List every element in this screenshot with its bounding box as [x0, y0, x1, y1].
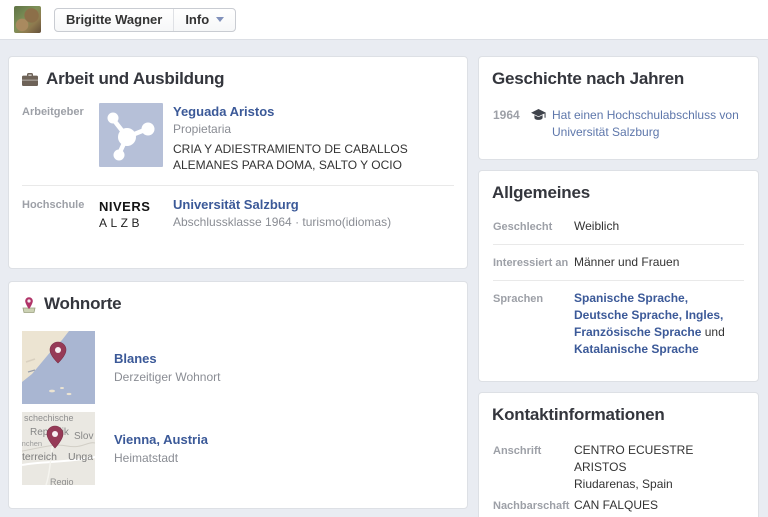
language-link[interactable]: Katalanische Sprache: [574, 342, 699, 356]
interested-value: Männer und Frauen: [574, 254, 679, 271]
current-city-type: Derzeitiger Wohnort: [114, 369, 221, 386]
map-label: Unga: [68, 451, 93, 463]
contact-heading: Kontaktinformationen: [479, 393, 758, 433]
gender-row: Geschlecht Weiblich: [479, 209, 758, 244]
top-nav-bar: Brigitte Wagner Info: [0, 0, 768, 40]
gender-value: Weiblich: [574, 218, 619, 235]
graduation-cap-icon: [531, 109, 546, 141]
employer-thumbnail[interactable]: [99, 103, 163, 167]
gender-label: Geschlecht: [493, 218, 574, 235]
interested-row: Interessiert an Männer und Frauen: [479, 245, 758, 280]
school-name-link[interactable]: Universität Salzburg: [173, 197, 299, 213]
neighborhood-value: CAN FALQUES: [574, 497, 658, 514]
info-tab-label: Info: [185, 12, 209, 27]
address-line2: Riudarenas, Spain: [574, 476, 744, 493]
languages-row: Sprachen Spanische Sprache, Deutsche Spr…: [479, 281, 758, 367]
map-pin-icon: [22, 296, 36, 313]
row-divider: [22, 185, 454, 186]
map-label: Regio: [50, 477, 74, 485]
right-column: Geschichte nach Jahren 1964 Hat einen Ho…: [478, 56, 759, 517]
school-row: Hochschule NIVERS ALZB Universität Salzb…: [9, 188, 467, 268]
employer-role: Propietaria: [173, 121, 454, 137]
left-column: Arbeit und Ausbildung Arbeitgeber: [8, 56, 468, 509]
profile-info-page: Brigitte Wagner Info Arbei: [0, 0, 768, 517]
work-education-heading: Arbeit und Ausbildung: [9, 57, 467, 95]
general-card: Allgemeines Geschlecht Weiblich Interess…: [478, 170, 759, 382]
map-label: terreich: [22, 451, 57, 463]
employer-name-link[interactable]: Yeguada Aristos: [173, 104, 274, 120]
school-logo-text: NIVERS: [99, 198, 163, 215]
employer-details: Yeguada Aristos Propietaria CRIA Y ADIES…: [173, 103, 454, 173]
profile-name-button[interactable]: Brigitte Wagner: [55, 9, 173, 31]
employer-label: Arbeitgeber: [22, 103, 92, 173]
employer-description: CRIA Y ADIESTRAMIENTO DE CABALLOS ALEMAN…: [173, 141, 454, 173]
school-logo-text: ALZB: [99, 215, 163, 231]
briefcase-icon: [22, 72, 38, 87]
content-area: Arbeit und Ausbildung Arbeitgeber: [0, 40, 768, 517]
info-tab-button[interactable]: Info: [173, 9, 235, 31]
places-title: Wohnorte: [44, 294, 121, 314]
places-card: Wohnorte: [8, 281, 468, 509]
interested-label: Interessiert an: [493, 254, 574, 271]
history-event-link[interactable]: Hat einen Hochschulabschluss von Univers…: [552, 107, 744, 141]
general-title: Allgemeines: [492, 183, 590, 203]
places-heading: Wohnorte: [9, 282, 467, 326]
profile-avatar[interactable]: [14, 6, 41, 33]
history-year: 1964: [493, 107, 529, 141]
current-city-row: Blanes Derzeitiger Wohnort: [9, 326, 467, 407]
profile-nav-button: Brigitte Wagner Info: [54, 8, 236, 32]
hometown-link[interactable]: Vienna, Austria: [114, 431, 208, 448]
address-value: CENTRO ECUESTRE ARISTOS Riudarenas, Spai…: [574, 442, 744, 493]
hometown-type: Heimatstadt: [114, 450, 208, 467]
address-line1: CENTRO ECUESTRE ARISTOS: [574, 442, 744, 476]
history-heading: Geschichte nach Jahren: [479, 57, 758, 97]
chevron-down-icon: [216, 17, 224, 22]
school-details-block: Universität Salzburg Abschlussklasse 196…: [173, 196, 391, 242]
hometown-text: Vienna, Austria Heimatstadt: [114, 431, 208, 467]
history-card: Geschichte nach Jahren 1964 Hat einen Ho…: [478, 56, 759, 160]
hometown-row: schechische Republik Slov inchen terreic…: [9, 407, 467, 488]
employer-row: Arbeitgeber: [9, 95, 467, 183]
map-label: inchen: [22, 439, 42, 448]
school-label: Hochschule: [22, 196, 92, 242]
current-city-link[interactable]: Blanes: [114, 350, 157, 367]
history-title: Geschichte nach Jahren: [492, 69, 684, 89]
work-education-card: Arbeit und Ausbildung Arbeitgeber: [8, 56, 468, 269]
languages-value: Spanische Sprache, Deutsche Sprache, Ing…: [574, 290, 744, 358]
address-label: Anschrift: [493, 442, 574, 493]
school-logo-thumbnail[interactable]: NIVERS ALZB: [99, 198, 163, 242]
school-details: Abschlussklasse 1964 · turismo(idiomas): [173, 214, 391, 230]
history-event-row: 1964 Hat einen Hochschulabschluss von Un…: [479, 97, 758, 159]
work-education-title: Arbeit und Ausbildung: [46, 69, 224, 89]
languages-conjunction: und: [701, 325, 724, 339]
languages-label: Sprachen: [493, 290, 574, 358]
network-icon: [99, 103, 163, 167]
address-row: Anschrift CENTRO ECUESTRE ARISTOS Riudar…: [479, 433, 758, 495]
map-label: schechische: [24, 413, 74, 423]
contact-card: Kontaktinformationen Anschrift CENTRO EC…: [478, 392, 759, 517]
vienna-map-thumbnail[interactable]: schechische Republik Slov inchen terreic…: [22, 412, 95, 485]
blanes-map-thumbnail[interactable]: [22, 331, 95, 404]
general-heading: Allgemeines: [479, 171, 758, 209]
current-city-text: Blanes Derzeitiger Wohnort: [114, 350, 221, 386]
contact-title: Kontaktinformationen: [492, 405, 665, 425]
neighborhood-row: Nachbarschaft CAN FALQUES: [479, 495, 758, 517]
map-label: Slov: [74, 431, 93, 442]
neighborhood-label: Nachbarschaft: [493, 497, 574, 514]
